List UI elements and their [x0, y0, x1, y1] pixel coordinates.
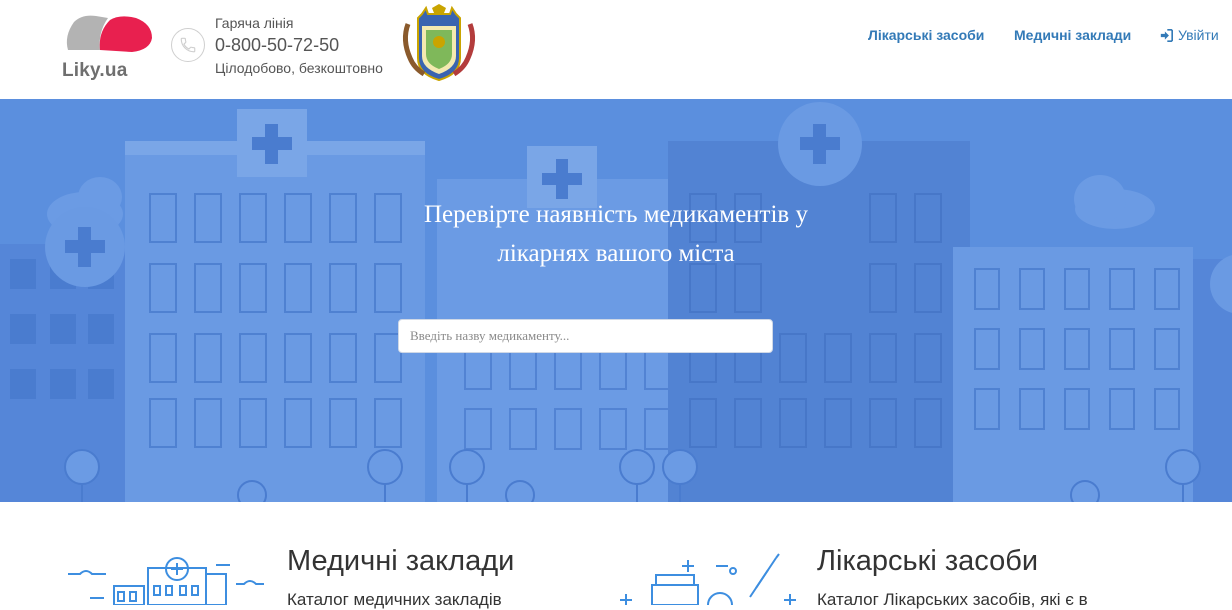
medicine-search-input[interactable] — [398, 319, 773, 353]
hero-title: Перевірте наявність медикаментів у лікар… — [424, 201, 808, 267]
login-label: Увійти — [1178, 27, 1219, 43]
medicines-icon — [620, 553, 796, 605]
site-header: Liky.ua Гаряча лінія 0-800-50-72-50 Ціло… — [0, 0, 1232, 99]
hotline-number[interactable]: 0-800-50-72-50 — [215, 35, 339, 56]
phone-icon — [171, 28, 205, 62]
hero-banner: Перевірте наявність медикаментів у лікар… — [0, 99, 1232, 502]
clinics-icon — [68, 557, 264, 605]
feature-clinics-subtitle: Каталог медичних закладів — [287, 590, 502, 609]
hotline-note: Цілодобово, безкоштовно — [215, 60, 383, 76]
nav-login-link[interactable]: Увійти — [1160, 27, 1219, 43]
hospital-illustration — [0, 99, 1232, 502]
logo-text[interactable]: Liky.ua — [62, 60, 127, 82]
nav-medicines-link[interactable]: Лікарські засоби — [868, 27, 984, 43]
city-emblem-icon — [402, 4, 476, 82]
login-icon — [1160, 28, 1173, 42]
feature-medicines-title[interactable]: Лікарські засоби — [817, 545, 1038, 578]
feature-medicines-subtitle: Каталог Лікарських засобів, які є в — [817, 590, 1088, 609]
hotline-label: Гаряча лінія — [215, 15, 294, 31]
feature-clinics-title[interactable]: Медичні заклади — [287, 545, 514, 578]
nav-clinics-link[interactable]: Медичні заклади — [1014, 27, 1131, 43]
